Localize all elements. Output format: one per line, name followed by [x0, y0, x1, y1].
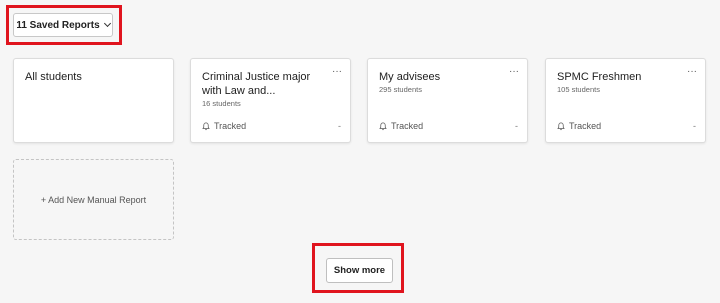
report-card-spmc-freshmen[interactable]: SPMC Freshmen 105 students ··· Tracked - — [545, 58, 706, 143]
more-horizontal-icon[interactable]: ··· — [687, 67, 697, 77]
report-card-criminal-justice[interactable]: Criminal Justice major with Law and... 1… — [190, 58, 351, 143]
report-card-footer: Tracked - — [202, 121, 341, 131]
saved-reports-label: 11 Saved Reports — [16, 19, 100, 31]
report-card-footer: Tracked - — [379, 121, 518, 131]
bell-icon — [557, 122, 565, 130]
add-manual-report-label: + Add New Manual Report — [40, 194, 147, 205]
report-card-title: My advisees — [379, 71, 441, 83]
report-card-count: 295 students — [379, 85, 422, 94]
report-card-all-students[interactable]: All students — [13, 58, 174, 143]
report-card-my-advisees[interactable]: My advisees 295 students ··· Tracked - — [367, 58, 528, 143]
more-horizontal-icon[interactable]: ··· — [509, 67, 519, 77]
tracked-label: Tracked — [569, 121, 602, 131]
tracked-status: Tracked — [379, 121, 423, 131]
saved-reports-page: 11 Saved Reports All students Criminal J… — [0, 0, 720, 303]
bell-icon — [202, 122, 210, 130]
report-card-title: Criminal Justice major with Law and... — [202, 71, 311, 97]
report-card-dash: - — [338, 121, 341, 131]
more-horizontal-icon[interactable]: ··· — [332, 67, 342, 77]
report-card-dash: - — [515, 121, 518, 131]
tracked-status: Tracked — [557, 121, 601, 131]
report-card-dash: - — [693, 121, 696, 131]
tracked-label: Tracked — [391, 121, 424, 131]
chevron-down-icon — [103, 19, 111, 28]
bell-icon — [379, 122, 387, 130]
show-more-label: Show more — [333, 265, 386, 276]
tracked-label: Tracked — [214, 121, 247, 131]
add-manual-report-button[interactable]: + Add New Manual Report — [13, 159, 174, 240]
report-card-count: 16 students — [202, 99, 241, 108]
report-card-count: 105 students — [557, 85, 600, 94]
report-card-title: SPMC Freshmen — [557, 71, 642, 83]
report-card-title: All students — [25, 71, 82, 83]
report-card-footer: Tracked - — [557, 121, 696, 131]
saved-reports-dropdown[interactable]: 11 Saved Reports — [13, 13, 113, 37]
tracked-status: Tracked — [202, 121, 246, 131]
show-more-button[interactable]: Show more — [326, 258, 393, 283]
